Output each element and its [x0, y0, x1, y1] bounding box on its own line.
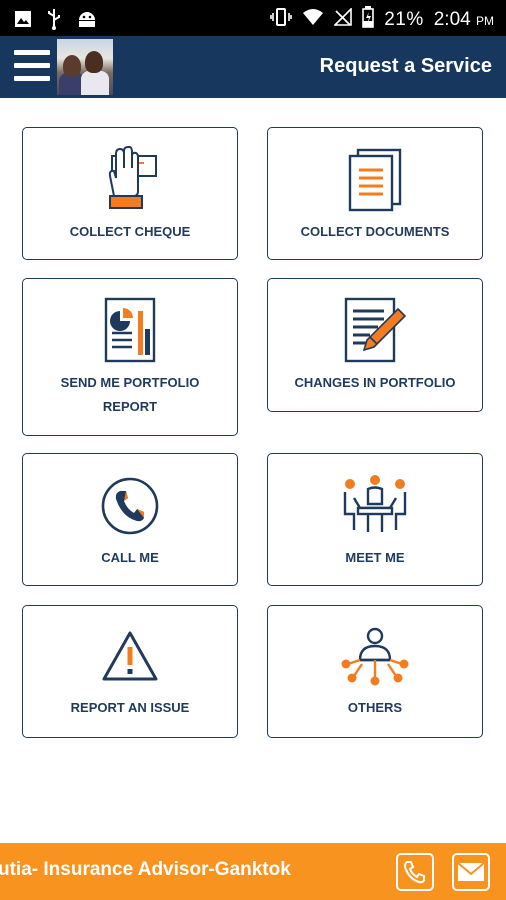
no-signal-icon [333, 7, 353, 32]
service-label: OTHERS [347, 700, 403, 715]
battery-charging-icon [362, 6, 375, 34]
service-label: CHANGES IN PORTFOLIO [294, 375, 456, 390]
status-bar: 21% 2:04 PM [0, 0, 506, 36]
service-collect-documents[interactable]: COLLECT DOCUMENTS [267, 127, 483, 260]
android-icon [76, 9, 98, 34]
portfolio-report-icon [102, 297, 158, 368]
meeting-icon [340, 474, 410, 541]
service-label: COLLECT DOCUMENTS [300, 224, 450, 239]
cheque-hand-icon [100, 146, 160, 219]
usb-icon [46, 8, 62, 35]
service-collect-cheque[interactable]: COLLECT CHEQUE [22, 127, 238, 260]
hamburger-menu-icon[interactable] [14, 50, 50, 84]
service-label: COLLECT CHEQUE [69, 224, 191, 239]
service-label: SEND ME PORTFOLIO [60, 375, 200, 390]
avatar[interactable] [57, 39, 113, 95]
service-label: REPORT AN ISSUE [70, 700, 190, 715]
call-button[interactable] [396, 853, 434, 891]
service-others[interactable]: OTHERS [267, 605, 483, 738]
mail-icon [457, 862, 485, 881]
mail-button[interactable] [452, 853, 490, 891]
image-icon [14, 10, 32, 33]
service-call-me[interactable]: CALL ME [22, 453, 238, 586]
documents-icon [345, 146, 405, 217]
service-send-portfolio-report[interactable]: SEND ME PORTFOLIO REPORT [22, 278, 238, 436]
service-label: CALL ME [101, 550, 159, 565]
clock: 2:04 PM [433, 9, 494, 30]
service-report-an-issue[interactable]: REPORT AN ISSUE [22, 605, 238, 738]
vibrate-icon [270, 7, 293, 33]
edit-document-icon [342, 297, 408, 368]
phone-icon [100, 476, 160, 541]
advisor-name: utia- Insurance Advisor-Ganktok [0, 859, 291, 880]
page-title: Request a Service [319, 55, 492, 77]
wifi-icon [302, 8, 324, 32]
warning-icon [101, 630, 159, 687]
service-changes-in-portfolio[interactable]: CHANGES IN PORTFOLIO [267, 278, 483, 412]
battery-percent: 21% [384, 9, 424, 30]
app-bar: Request a Service [0, 36, 506, 98]
service-meet-me[interactable]: MEET ME [267, 453, 483, 586]
network-person-icon [340, 624, 410, 691]
advisor-bar: utia- Insurance Advisor-Ganktok [0, 843, 506, 900]
service-label: MEET ME [345, 550, 405, 565]
phone-icon [403, 861, 425, 884]
service-label-line2: REPORT [102, 399, 158, 414]
